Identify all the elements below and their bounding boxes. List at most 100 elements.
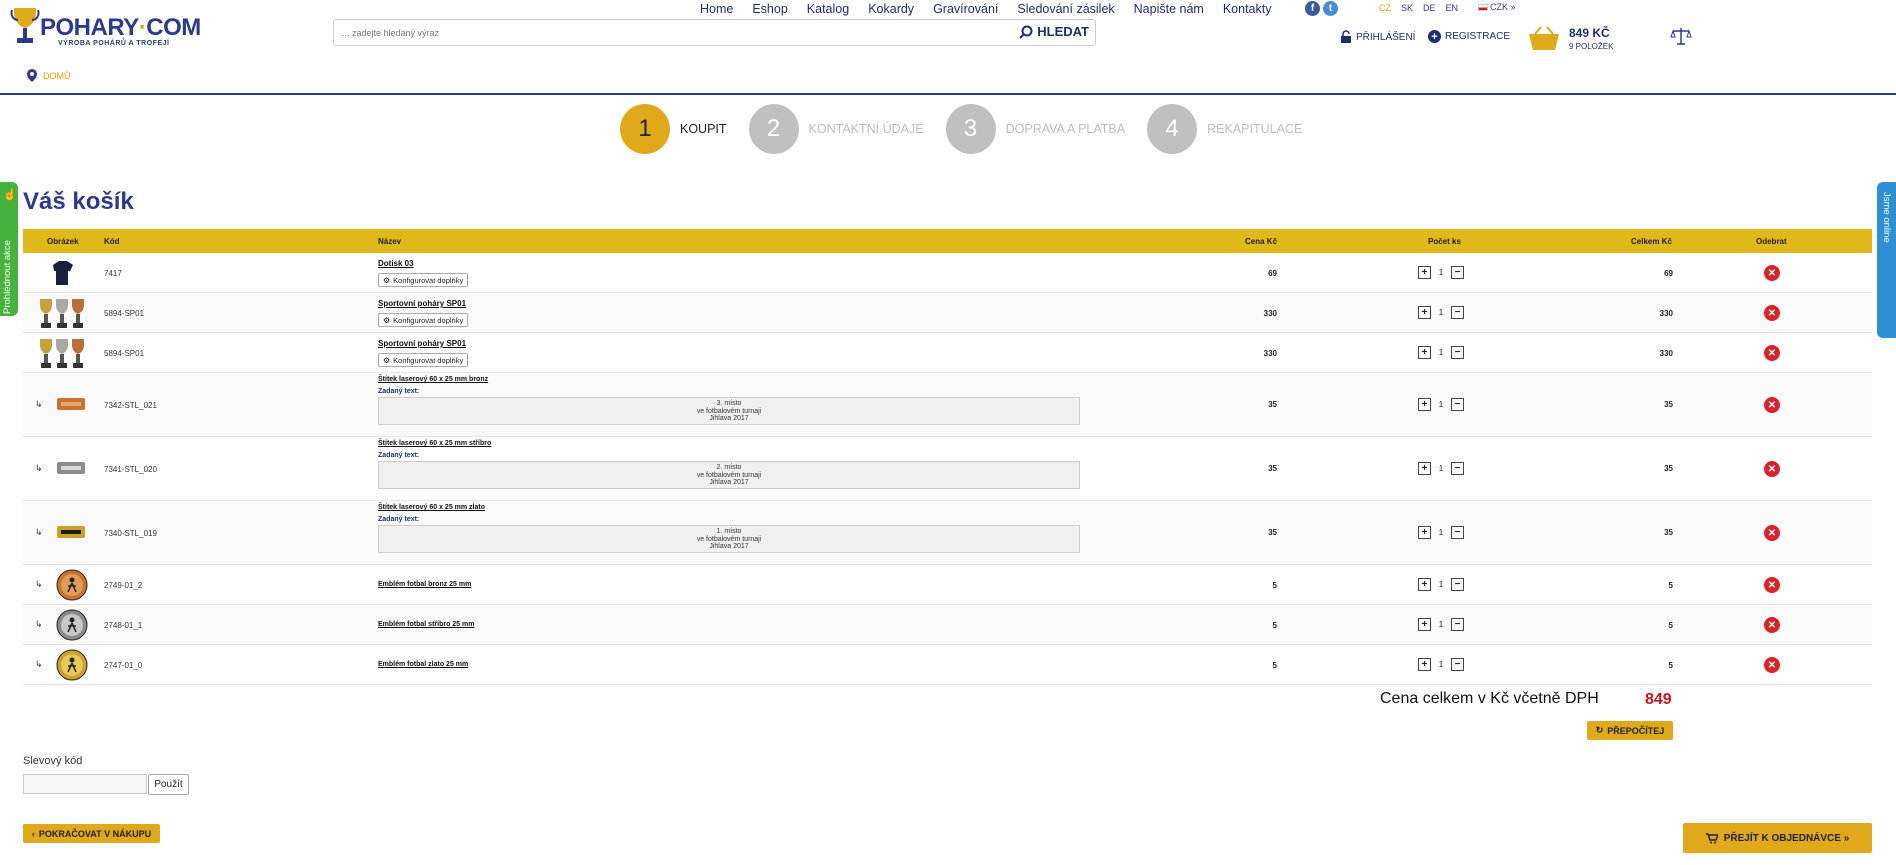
apply-discount-button[interactable]: Použít: [148, 774, 189, 795]
header-divider: [0, 93, 1896, 95]
product-link[interactable]: Štítek laserový 60 x 25 mm zlato: [378, 504, 485, 511]
compare-scale-icon[interactable]: [1670, 26, 1692, 46]
engraving-text: 3. místo ve fotbalovém turnaji Jihlava 2…: [378, 397, 1080, 425]
trophies-thumbnail[interactable]: [37, 296, 89, 330]
search-input[interactable]: [342, 25, 942, 41]
discount-code-input[interactable]: [23, 774, 147, 794]
emblem-bronze-thumbnail[interactable]: [56, 569, 88, 601]
increase-button[interactable]: +: [1418, 658, 1431, 671]
quantity-stepper: +1−: [1418, 306, 1464, 319]
lang-de[interactable]: DE: [1423, 3, 1436, 13]
quantity-stepper: +1−: [1418, 618, 1464, 631]
quantity-stepper: +1−: [1418, 526, 1464, 539]
decrease-button[interactable]: −: [1451, 306, 1464, 319]
table-row: 5894-SP01 Sportovní poháry SP01 ⚙ Konfigu…: [23, 293, 1872, 333]
twitter-icon[interactable]: t: [1323, 1, 1338, 16]
increase-button[interactable]: +: [1418, 398, 1431, 411]
product-link[interactable]: Sportovní poháry SP01: [378, 339, 466, 348]
remove-icon[interactable]: ✕: [1764, 657, 1780, 673]
quantity-stepper: +1−: [1418, 346, 1464, 359]
language-switcher: CZ SK DE EN: [1379, 3, 1458, 13]
sub-item-arrow-icon: ↳: [35, 399, 43, 409]
logo-brand: POHARY·COM: [40, 14, 201, 41]
quantity-stepper: +1−: [1418, 578, 1464, 591]
remove-icon[interactable]: ✕: [1764, 461, 1780, 477]
lang-sk[interactable]: SK: [1401, 3, 1413, 13]
lang-en[interactable]: EN: [1446, 3, 1459, 13]
configure-button[interactable]: ⚙ Konfigurovat doplňky: [378, 353, 469, 367]
remove-icon[interactable]: ✕: [1764, 397, 1780, 413]
decrease-button[interactable]: −: [1451, 266, 1464, 279]
decrease-button[interactable]: −: [1451, 398, 1464, 411]
configure-button[interactable]: ⚙ Konfigurovat doplňky: [378, 313, 469, 327]
search-button[interactable]: HLEDAT: [1019, 24, 1089, 39]
decrease-button[interactable]: −: [1451, 346, 1464, 359]
increase-button[interactable]: +: [1418, 266, 1431, 279]
logo[interactable]: POHARY·COM VÝROBA POHÁRŮ A TROFEJÍ: [6, 2, 201, 52]
increase-button[interactable]: +: [1418, 346, 1431, 359]
remove-icon[interactable]: ✕: [1764, 345, 1780, 361]
refresh-icon: ↻: [1595, 725, 1604, 735]
configure-button[interactable]: ⚙ Konfigurovat doplňky: [378, 273, 469, 287]
decrease-button[interactable]: −: [1451, 618, 1464, 631]
remove-icon[interactable]: ✕: [1764, 577, 1780, 593]
nav-katalog[interactable]: Katalog: [807, 2, 849, 16]
increase-button[interactable]: +: [1418, 578, 1431, 591]
decrease-button[interactable]: −: [1451, 526, 1464, 539]
nav-napiste[interactable]: Napište nám: [1134, 2, 1204, 16]
product-link[interactable]: Štítek laserový 60 x 25 mm stříbro: [378, 440, 491, 447]
remove-icon[interactable]: ✕: [1764, 525, 1780, 541]
lang-cz[interactable]: CZ: [1379, 3, 1391, 13]
step-shipping: 3 DOPRAVA A PLATBA: [945, 104, 1125, 154]
product-link[interactable]: Emblém fotbal stříbro 25 mm: [378, 621, 474, 628]
increase-button[interactable]: +: [1418, 462, 1431, 475]
emblem-gold-thumbnail[interactable]: [56, 649, 88, 681]
emblem-silver-thumbnail[interactable]: [56, 609, 88, 641]
facebook-icon[interactable]: f: [1305, 1, 1320, 16]
product-link[interactable]: Štítek laserový 60 x 25 mm bronz: [378, 376, 488, 383]
chat-side-tab[interactable]: Jsme online: [1877, 182, 1896, 338]
social-links: f t: [1305, 1, 1338, 16]
proceed-to-order-button[interactable]: PŘEJÍT K OBJEDNÁVCE »: [1683, 823, 1872, 853]
product-link[interactable]: Emblém fotbal zlato 25 mm: [378, 661, 468, 668]
plate-bronze-thumbnail[interactable]: [56, 395, 86, 413]
increase-button[interactable]: +: [1418, 306, 1431, 319]
sub-item-arrow-icon: ↳: [35, 463, 43, 473]
plate-gold-thumbnail[interactable]: [56, 523, 86, 541]
sub-item-arrow-icon: ↳: [35, 619, 43, 629]
breadcrumb: DOMŮ: [27, 69, 71, 82]
trophies-thumbnail[interactable]: [37, 336, 89, 370]
decrease-button[interactable]: −: [1451, 578, 1464, 591]
continue-shopping-button[interactable]: ‹ POKRAČOVAT V NÁKUPU: [23, 824, 160, 843]
decrease-button[interactable]: −: [1451, 462, 1464, 475]
nav-sledovani[interactable]: Sledování zásilek: [1017, 2, 1114, 16]
table-row: 7417 Dotisk 03 ⚙ Konfigurovat doplňky 69 …: [23, 253, 1872, 293]
remove-icon[interactable]: ✕: [1764, 305, 1780, 321]
table-row: ↳ 7341-STL_020 Štítek laserový 60 x 25 m…: [23, 437, 1872, 501]
tshirt-thumbnail[interactable]: [48, 258, 78, 288]
discount-label: Slevový kód: [23, 755, 83, 767]
remove-icon[interactable]: ✕: [1764, 617, 1780, 633]
nav-gravirovani[interactable]: Gravírování: [933, 2, 998, 16]
login-link[interactable]: PŘIHLÁŠENÍ: [1340, 30, 1415, 44]
total-label: Cena celkem v Kč včetně DPH: [1380, 690, 1599, 707]
plate-silver-thumbnail[interactable]: [56, 459, 86, 477]
cart-table: Obrázek Kód Název Cena Kč Počet ks Celke…: [23, 229, 1872, 685]
recalculate-button[interactable]: ↻ PŘEPOČÍTEJ: [1587, 721, 1673, 740]
decrease-button[interactable]: −: [1451, 658, 1464, 671]
currency-switcher[interactable]: CZK »: [1478, 2, 1516, 12]
product-link[interactable]: Emblém fotbal bronz 25 mm: [378, 581, 471, 588]
nav-eshop[interactable]: Eshop: [752, 2, 787, 16]
product-link[interactable]: Dotisk 03: [378, 259, 414, 268]
increase-button[interactable]: +: [1418, 526, 1431, 539]
promo-side-tab[interactable]: ☝ Prohlédnout akce: [0, 182, 18, 316]
nav-kontakty[interactable]: Kontakty: [1223, 2, 1272, 16]
product-link[interactable]: Sportovní poháry SP01: [378, 299, 466, 308]
nav-kokardy[interactable]: Kokardy: [868, 2, 914, 16]
breadcrumb-home[interactable]: DOMŮ: [43, 71, 71, 81]
nav-home[interactable]: Home: [700, 2, 733, 16]
sub-item-arrow-icon: ↳: [35, 579, 43, 589]
remove-icon[interactable]: ✕: [1764, 265, 1780, 281]
register-link[interactable]: + REGISTRACE: [1428, 30, 1510, 43]
increase-button[interactable]: +: [1418, 618, 1431, 631]
